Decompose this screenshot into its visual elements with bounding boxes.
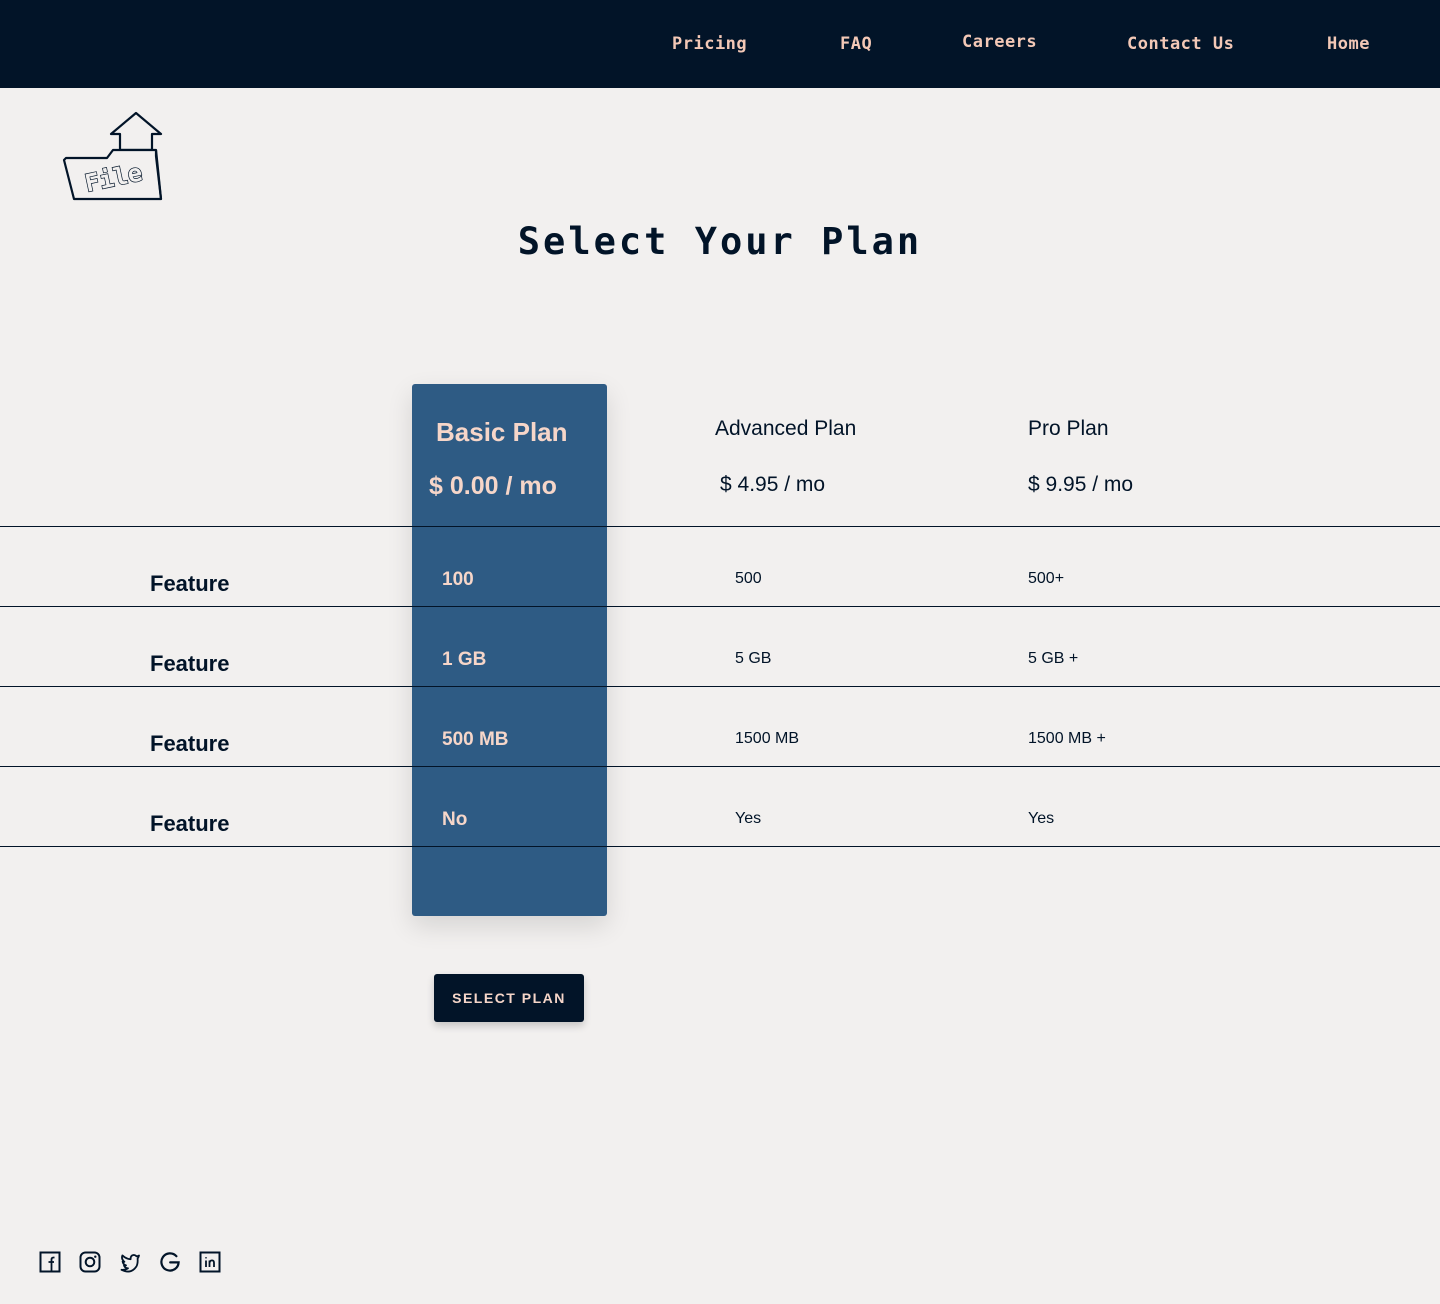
pro-plan-name: Pro Plan	[1028, 417, 1109, 440]
row-divider	[0, 526, 1440, 527]
row-divider	[0, 686, 1440, 687]
nav-link-home[interactable]: Home	[1327, 34, 1370, 54]
instagram-icon[interactable]	[79, 1251, 101, 1273]
feature-label: Feature	[150, 651, 230, 676]
feature-label: Feature	[150, 571, 230, 596]
advanced-plan-value: 500	[735, 570, 762, 587]
advanced-plan-value: 1500 MB	[735, 730, 800, 747]
basic-plan-value: No	[442, 809, 468, 830]
advanced-plan-value: Yes	[735, 810, 762, 827]
basic-plan-value: 500 MB	[442, 729, 509, 750]
basic-plan-value: 1 GB	[442, 649, 487, 670]
pro-plan-value: 1500 MB +	[1028, 730, 1106, 747]
google-icon[interactable]	[159, 1251, 181, 1273]
nav-link-faq[interactable]: FAQ	[840, 34, 872, 54]
advanced-plan-value: 5 GB	[735, 650, 772, 667]
feature-label: Feature	[150, 811, 230, 836]
row-divider	[0, 766, 1440, 767]
basic-plan-price: $ 0.00 / mo	[429, 472, 557, 500]
pro-plan-value: 500+	[1028, 570, 1065, 587]
pro-plan-value: Yes	[1028, 810, 1055, 827]
basic-plan-name: Basic Plan	[436, 417, 568, 447]
page: Pricing FAQ Careers Contact Us Home File…	[0, 0, 1440, 1304]
top-navigation-bar: Pricing FAQ Careers Contact Us Home	[0, 0, 1440, 88]
file-logo[interactable]: File	[62, 110, 166, 204]
row-divider	[0, 846, 1440, 847]
page-title: Select Your Plan	[517, 220, 923, 263]
pro-plan-price: $ 9.95 / mo	[1028, 473, 1134, 496]
advanced-plan-price: $ 4.95 / mo	[720, 473, 826, 496]
row-divider	[0, 606, 1440, 607]
feature-label: Feature	[150, 731, 230, 756]
select-plan-button[interactable]: SELECT PLAN	[434, 974, 584, 1022]
nav-link-contact-us[interactable]: Contact Us	[1127, 34, 1234, 54]
twitter-icon[interactable]	[119, 1251, 141, 1273]
nav-link-careers[interactable]: Careers	[962, 32, 1037, 52]
advanced-plan-name: Advanced Plan	[715, 417, 857, 440]
nav-link-pricing[interactable]: Pricing	[672, 34, 747, 54]
basic-plan-value: 100	[442, 569, 474, 590]
pro-plan-value: 5 GB +	[1028, 650, 1079, 667]
facebook-icon[interactable]	[39, 1251, 61, 1273]
linkedin-icon[interactable]	[199, 1251, 221, 1273]
